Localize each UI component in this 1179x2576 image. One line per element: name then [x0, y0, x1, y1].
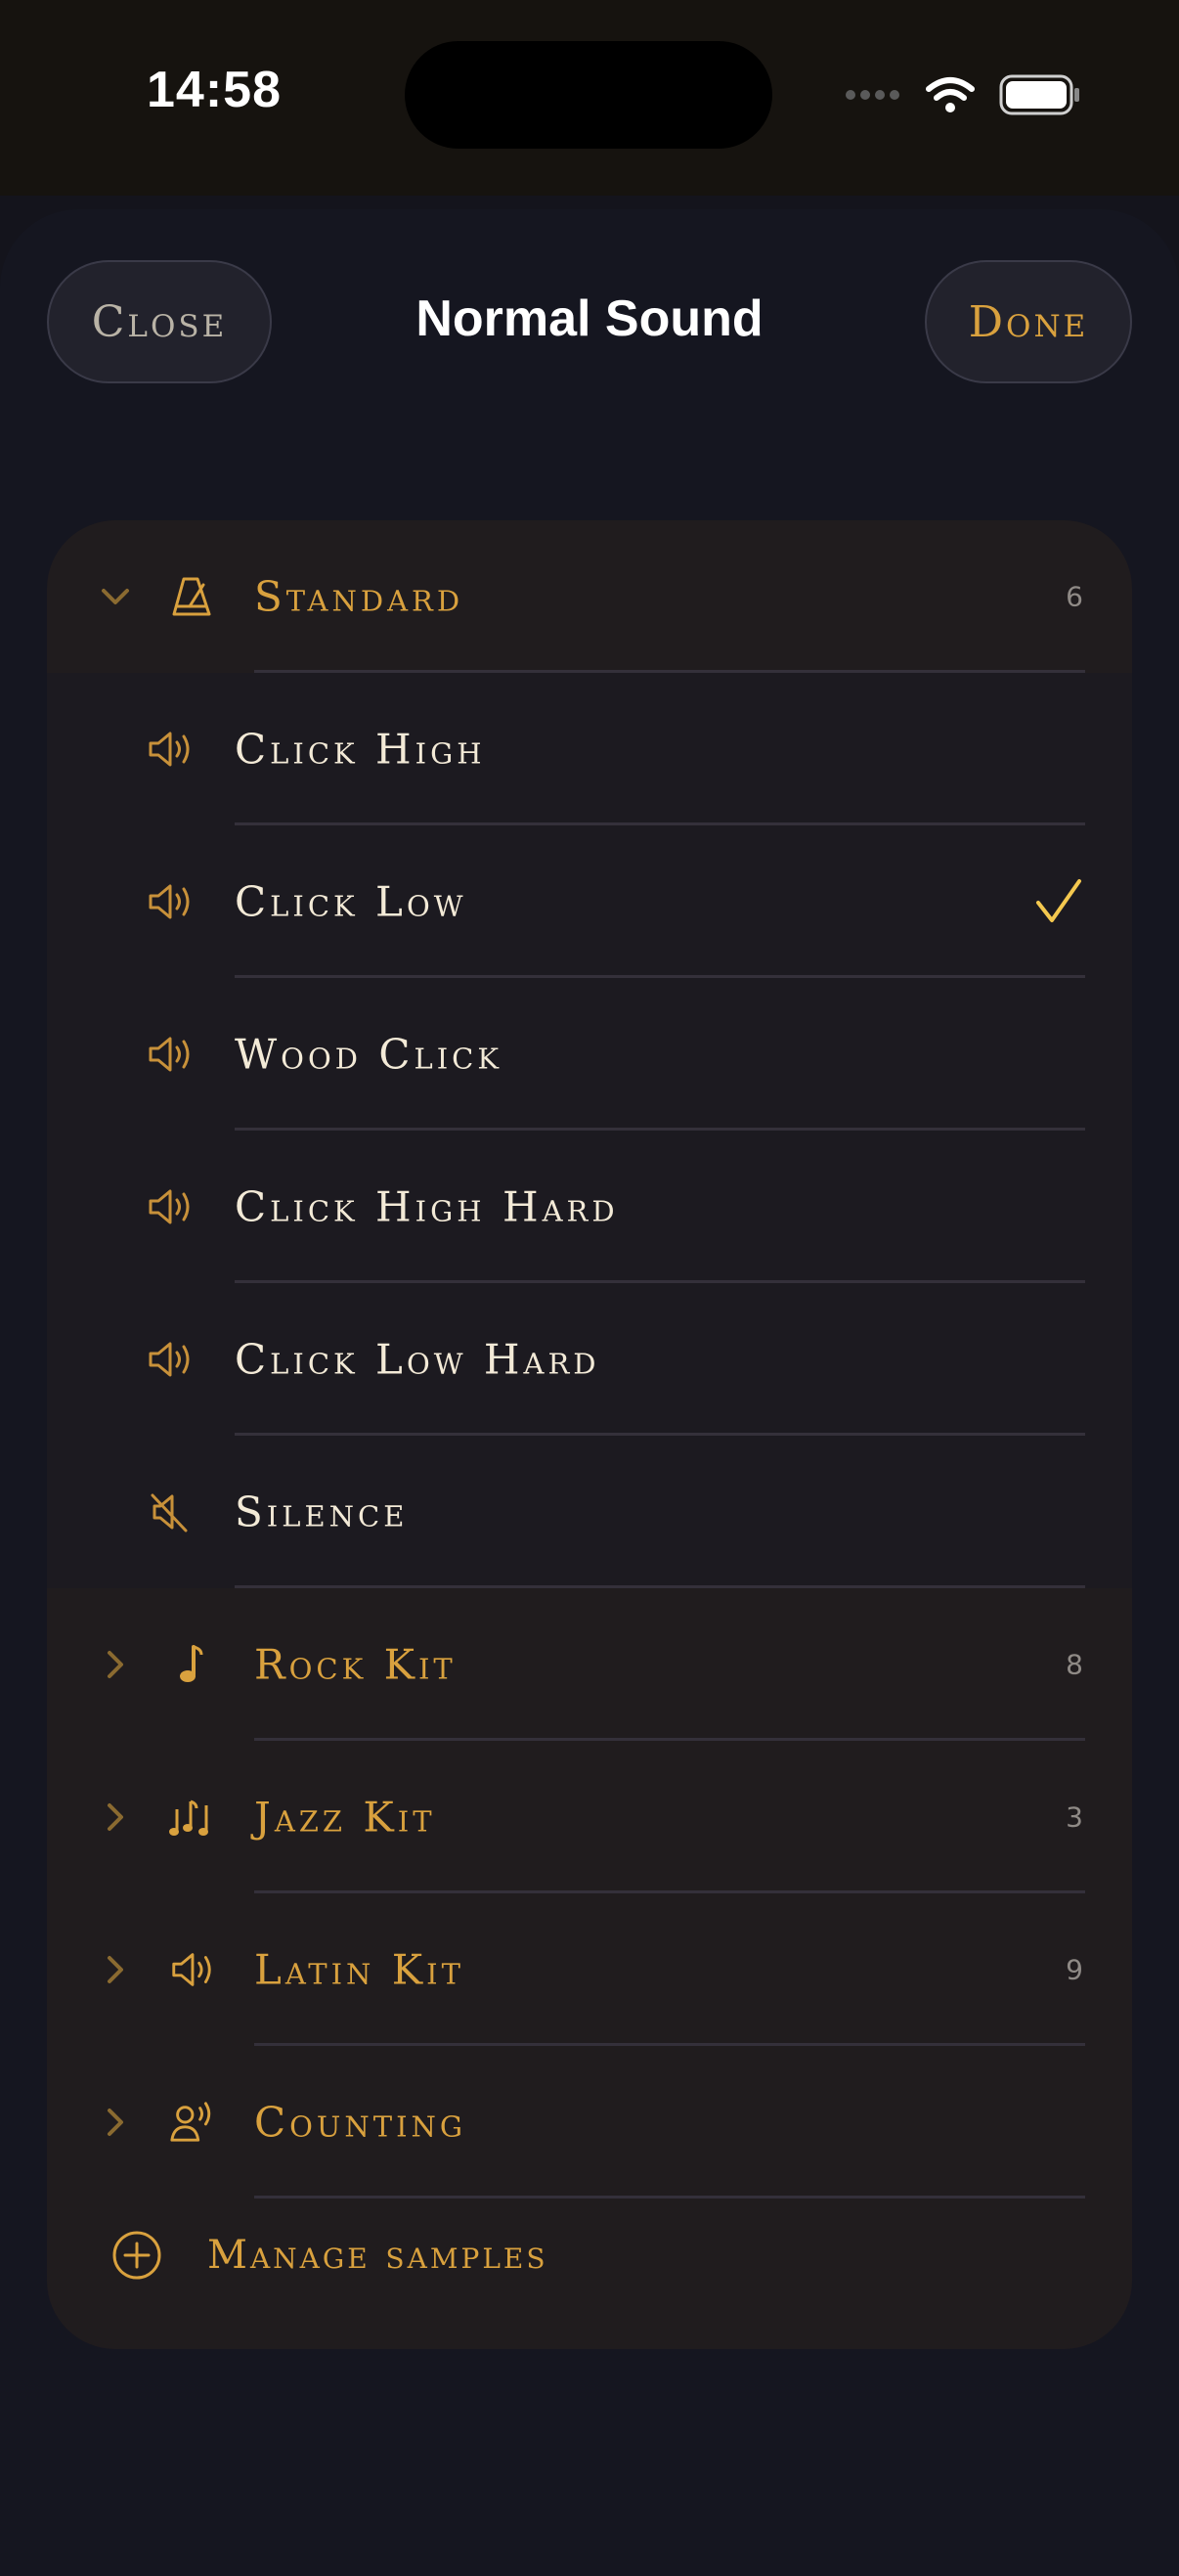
speaker-icon	[149, 1189, 190, 1224]
group-label: Latin Kit	[254, 1945, 464, 1994]
sound-row-click-high[interactable]: Click High	[47, 673, 1132, 825]
sound-row-click-low-hard[interactable]: Click Low Hard	[47, 1283, 1132, 1436]
voice-icon	[170, 2102, 211, 2142]
sound-label: Click Low	[235, 877, 467, 926]
group-row-jazz-kit[interactable]: Jazz Kit 3	[47, 1741, 1132, 1893]
speaker-icon	[149, 884, 190, 919]
sound-row-wood-click[interactable]: Wood Click	[47, 978, 1132, 1131]
manage-samples-label: Manage samples	[207, 2233, 548, 2278]
music-note-icon	[180, 1645, 203, 1682]
sound-label: Wood Click	[235, 1030, 503, 1079]
sound-row-click-low[interactable]: Click Low	[47, 825, 1132, 978]
group-count: 9	[1066, 1953, 1083, 1986]
chevron-right-icon	[108, 1651, 123, 1678]
sound-label: Click High Hard	[235, 1182, 619, 1231]
speaker-icon	[149, 1342, 190, 1377]
done-button[interactable]: Done	[925, 260, 1132, 383]
metronome-icon	[172, 577, 211, 616]
sound-row-click-high-hard[interactable]: Click High Hard	[47, 1131, 1132, 1283]
sound-label: Click Low Hard	[235, 1335, 600, 1384]
group-row-counting[interactable]: Counting	[47, 2046, 1132, 2198]
speaker-icon	[149, 1037, 190, 1072]
group-row-standard[interactable]: Standard 6	[47, 520, 1132, 673]
group-label: Standard	[254, 572, 464, 621]
group-row-latin-kit[interactable]: Latin Kit 9	[47, 1893, 1132, 2046]
chevron-right-icon	[108, 1956, 123, 1983]
group-label: Counting	[254, 2098, 467, 2147]
speaker-icon	[149, 732, 190, 767]
status-time: 14:58	[147, 62, 282, 118]
chevron-right-icon	[108, 1803, 123, 1831]
speaker-muted-icon	[151, 1493, 188, 1532]
sound-row-silence[interactable]: Silence	[47, 1436, 1132, 1588]
group-label: Jazz Kit	[254, 1793, 436, 1842]
dynamic-island	[405, 41, 772, 149]
sound-label: Click High	[235, 725, 486, 774]
manage-samples-button[interactable]: Manage samples	[47, 2179, 1132, 2332]
status-icons	[845, 70, 1081, 119]
battery-icon	[999, 74, 1079, 115]
speaker-icon	[172, 1953, 211, 1986]
sound-label: Silence	[235, 1488, 409, 1536]
chevron-down-icon	[102, 589, 129, 604]
signal-icon	[846, 90, 899, 100]
plus-circle-icon	[112, 2231, 161, 2280]
status-bar: 14:58	[0, 0, 1179, 196]
group-row-rock-kit[interactable]: Rock Kit 8	[47, 1588, 1132, 1741]
group-count: 8	[1066, 1648, 1083, 1681]
wifi-icon	[926, 77, 975, 112]
checkmark-icon	[1036, 879, 1081, 922]
music-notes-icon	[169, 1799, 208, 1836]
group-label: Rock Kit	[254, 1640, 457, 1689]
chevron-right-icon	[108, 2109, 123, 2136]
group-count: 3	[1066, 1800, 1083, 1834]
group-count: 6	[1066, 580, 1083, 613]
sound-list-card: Standard 6 Click High Click Low Wood Cli…	[47, 520, 1132, 2349]
